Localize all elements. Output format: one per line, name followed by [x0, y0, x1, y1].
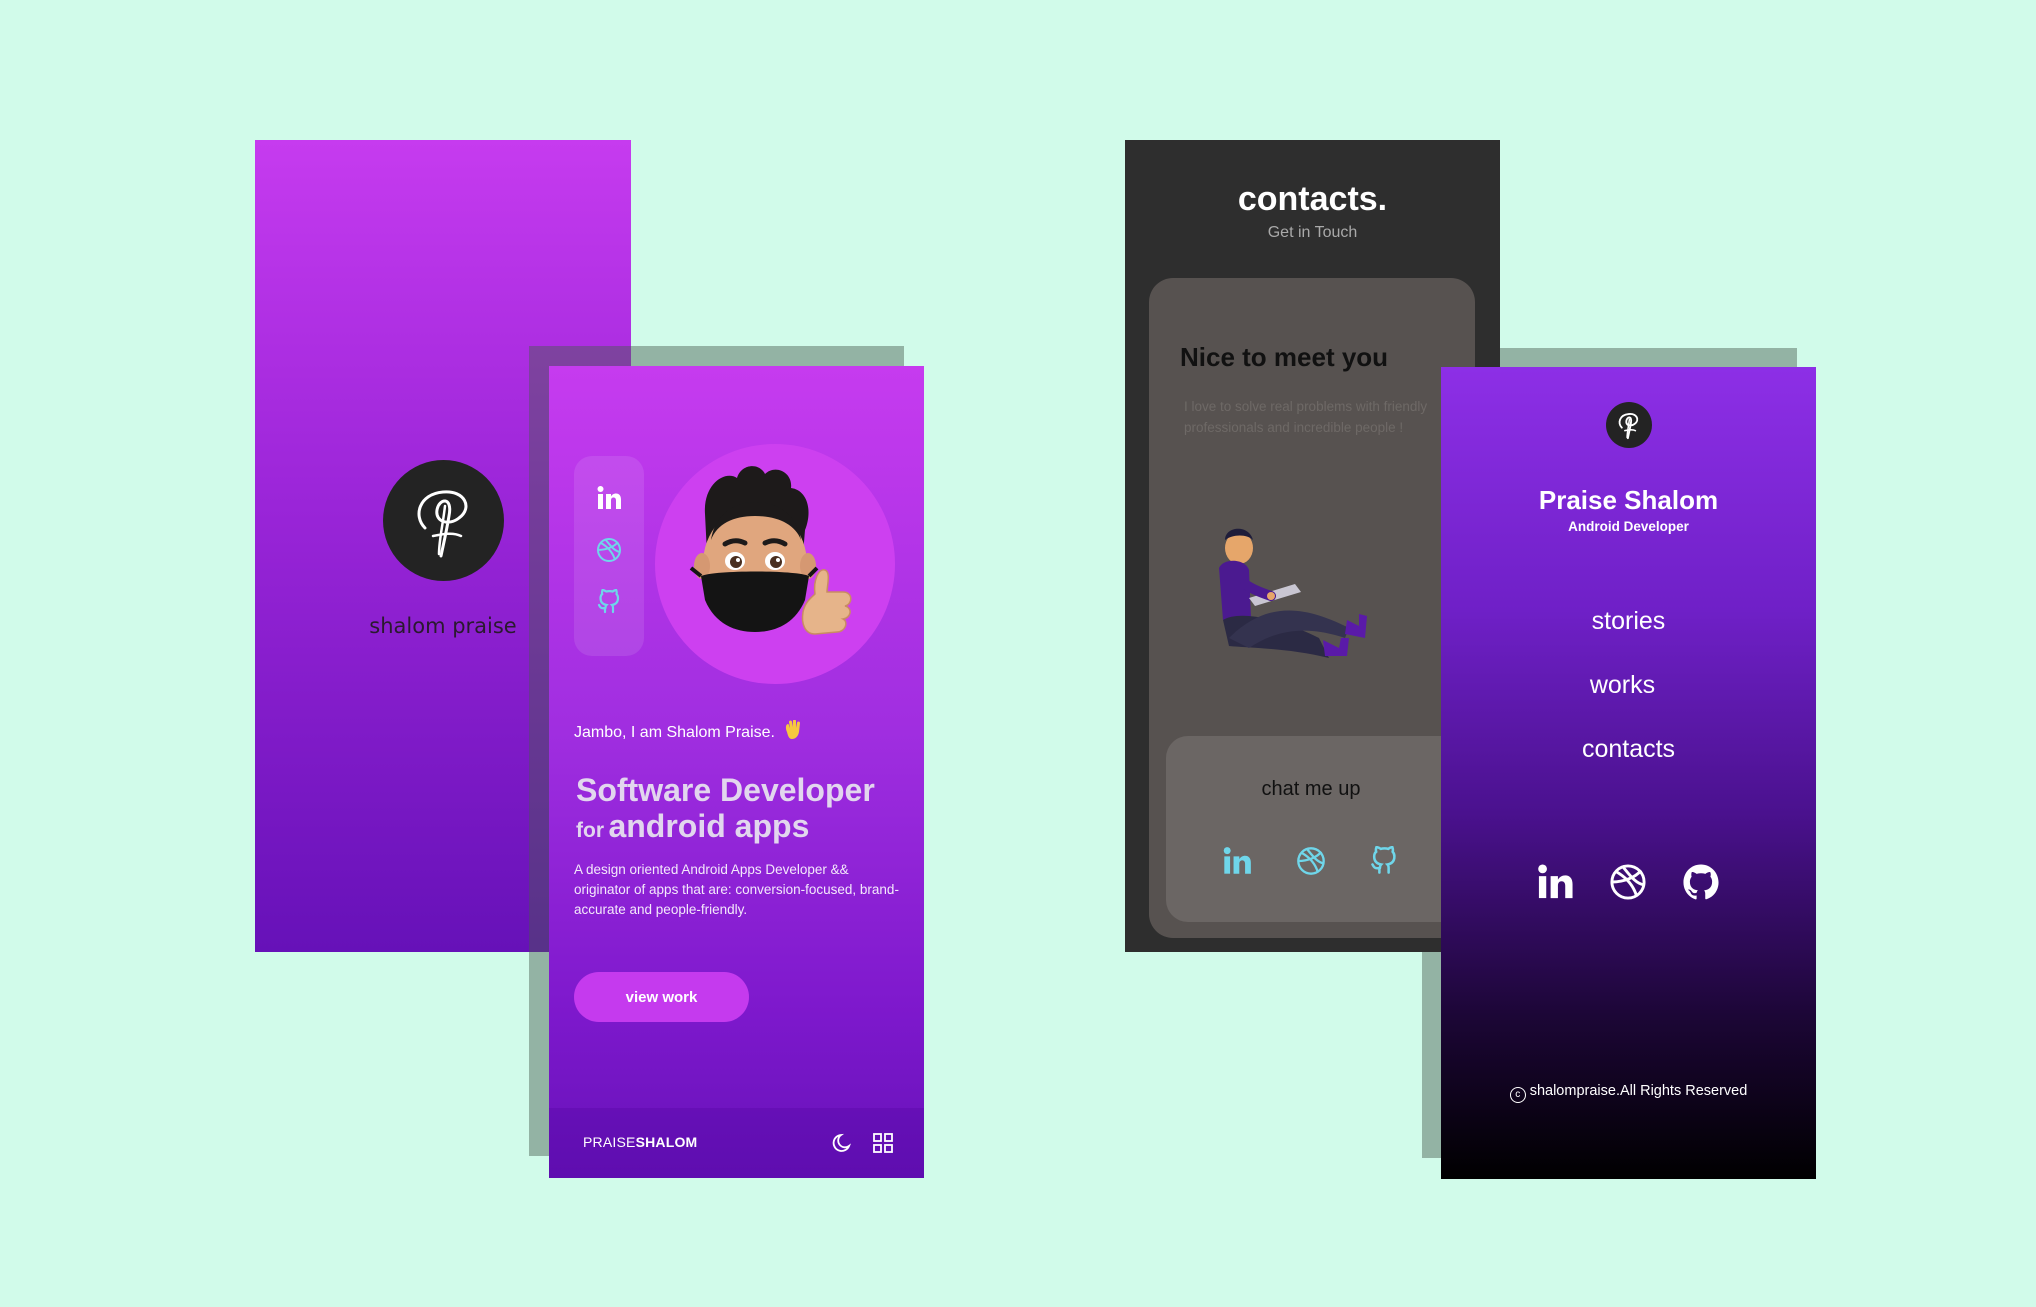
chat-label: chat me up — [1261, 778, 1361, 800]
dribbble-icon[interactable] — [1294, 844, 1328, 878]
brand-wordmark[interactable]: PRAISESHALOM — [583, 1134, 697, 1150]
contact-card: Nice to meet you I love to solve real pr… — [1149, 278, 1475, 938]
bio-text: A design oriented Android Apps Developer… — [574, 862, 899, 917]
avatar — [655, 444, 895, 684]
brand-bold: SHALOM — [635, 1134, 698, 1150]
menu-link-contacts[interactable]: contacts — [1441, 735, 1816, 764]
profile-name: Praise Shalom — [1538, 485, 1719, 515]
person-laptop-illustration — [1219, 528, 1367, 658]
menu-link-works[interactable]: works — [1441, 671, 1810, 700]
github-icon[interactable] — [1680, 861, 1722, 903]
linkedin-icon[interactable] — [1534, 861, 1576, 903]
menu-link-stories[interactable]: stories — [1441, 607, 1816, 636]
social-sidebar — [574, 456, 644, 656]
headline-apps: android apps — [608, 808, 810, 844]
moon-icon[interactable] — [832, 1132, 854, 1158]
bottom-bar: PRAISESHALOM — [549, 1108, 924, 1178]
signature-icon — [1618, 413, 1639, 440]
menu-screen: Praise Shalom Android Developer stories … — [1441, 367, 1816, 1179]
view-work-button[interactable]: view work — [574, 972, 749, 1022]
headline-line1: Software Developer — [576, 772, 875, 808]
linkedin-icon[interactable] — [595, 484, 623, 512]
waving-hand-icon — [783, 719, 801, 739]
profile-role: Android Developer — [1568, 519, 1689, 534]
memoji-avatar-image — [689, 466, 852, 635]
github-icon[interactable] — [595, 588, 623, 616]
grid-menu-icon[interactable] — [872, 1132, 894, 1158]
signature-logo — [383, 460, 504, 581]
dribbble-icon[interactable] — [1607, 861, 1649, 903]
brand-light: PRAISE — [583, 1134, 636, 1150]
dribbble-icon[interactable] — [595, 536, 623, 564]
copyright-text: c shalompraise.All Rights Reserved — [1441, 1083, 1816, 1103]
signature-icon — [417, 489, 467, 557]
greeting-text: Jambo, I am Shalom Praise. — [574, 719, 801, 742]
card-title: Nice to meet you — [1180, 342, 1389, 372]
greeting-label: Jambo, I am Shalom Praise. — [574, 724, 775, 741]
linkedin-icon[interactable] — [1220, 844, 1254, 878]
signature-logo — [1606, 402, 1652, 448]
card-text: I love to solve real problems with frien… — [1184, 399, 1428, 435]
copyright-label: shalompraise.All Rights Reserved — [1529, 1083, 1748, 1099]
github-icon[interactable] — [1367, 844, 1401, 878]
chat-box: chat me up — [1166, 736, 1475, 922]
headline: Software Developer for android apps — [576, 772, 916, 851]
contacts-title: contacts. — [1237, 180, 1388, 218]
headline-for: for — [576, 819, 604, 842]
contacts-subtitle: Get in Touch — [1267, 224, 1358, 241]
copyright-icon: c — [1509, 1087, 1526, 1103]
home-screen: Jambo, I am Shalom Praise. Software Deve… — [549, 366, 924, 1178]
